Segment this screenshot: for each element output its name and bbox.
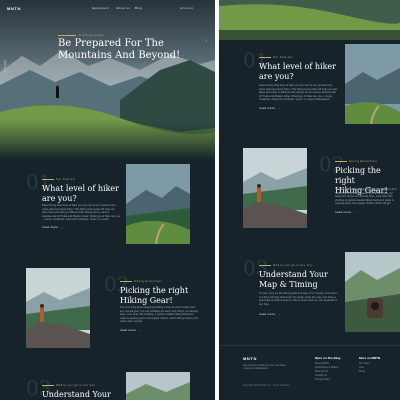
- hero-bottom-image: [219, 0, 400, 40]
- read-more-link[interactable]: read more →: [259, 312, 281, 316]
- section-title-line1: Picking the right: [335, 166, 381, 185]
- section-title-line1: What level of hiker: [42, 184, 119, 193]
- footer-col-blog: More on The Blog About MNTN Contributors…: [315, 356, 340, 382]
- arrow-right-icon: →: [353, 210, 357, 214]
- hero-title-line1: Be Prepared For The: [58, 38, 164, 49]
- section-photo-hiker: [26, 268, 90, 348]
- section-eyebrow: Get Started: [42, 178, 75, 181]
- section-title: Picking the right Hiking Gear!: [120, 286, 200, 306]
- section-photo-map: [126, 372, 190, 400]
- section-eyebrow: Where you go is the key: [259, 264, 312, 267]
- read-more-label: read more: [259, 106, 276, 110]
- section-title-line2: Map & Timing: [259, 280, 318, 289]
- section-photo-trail: [126, 164, 190, 244]
- section-eyebrow-text: Hiking Essentials: [349, 160, 378, 163]
- logo[interactable]: MNTN: [7, 6, 21, 11]
- section-eyebrow-text: Where you go is the key: [56, 384, 96, 387]
- read-more-link[interactable]: read more →: [335, 210, 357, 214]
- arrow-right-icon: →: [60, 225, 64, 229]
- section-eyebrow-text: Get Started: [56, 178, 75, 181]
- footer-logo[interactable]: MNTN: [243, 356, 257, 361]
- section-title: What level of hiker are you?: [259, 62, 341, 82]
- footer-tagline: Get out there & discover your next slope…: [243, 364, 287, 371]
- section-eyebrow: Hiking Essentials: [120, 280, 162, 283]
- page-preview-right: 01 Get Started What level of hiker are y…: [219, 0, 400, 400]
- nav-link-blog[interactable]: Blog: [135, 6, 142, 10]
- section-title-line1: Understand Your: [259, 270, 328, 279]
- section-title-line2: are you?: [259, 72, 294, 81]
- section-title-line1: What level of hiker: [259, 62, 336, 71]
- section-photo-map: [345, 252, 400, 332]
- section-title: What level of hiker are you?: [42, 184, 122, 204]
- hero: MNTN Equipment About us Blog Account A h…: [0, 0, 215, 160]
- section-photo-trail: [345, 44, 400, 124]
- read-more-label: read more: [335, 210, 352, 214]
- section-title: Understand Your: [42, 390, 122, 400]
- arrow-right-icon: →: [277, 106, 281, 110]
- read-more-label: read more: [42, 225, 59, 229]
- section-body: The nice thing about beginning hiking is…: [120, 306, 199, 324]
- read-more-label: read more: [120, 328, 137, 332]
- section-body: Determining what level of hiker you are …: [259, 84, 338, 102]
- hero-eyebrow-text: A hiking guide: [79, 33, 104, 37]
- scroll-down[interactable]: scroll down: [3, 55, 15, 85]
- footer-link[interactable]: Press: [359, 370, 380, 374]
- footer-col-title: More on MNTN: [359, 356, 381, 360]
- nav-link-equipment[interactable]: Equipment: [92, 6, 109, 10]
- nav-link-about[interactable]: About us: [116, 6, 130, 10]
- section-body: The nice thing about beginning hiking is…: [335, 188, 397, 206]
- hero-eyebrow: A hiking guide: [58, 33, 103, 37]
- arrow-right-icon: →: [277, 312, 281, 316]
- page-preview-left: MNTN Equipment About us Blog Account A h…: [0, 0, 215, 400]
- hero-title-line2: Mountains And Beyond!: [58, 50, 181, 61]
- footer-link[interactable]: Privacy Policy: [315, 378, 340, 382]
- read-more-link[interactable]: read more →: [259, 106, 281, 110]
- section-eyebrow: Get Started: [259, 56, 292, 59]
- section-eyebrow: Where you go is the key: [42, 384, 95, 387]
- footer: MNTN Get out there & discover your next …: [219, 345, 400, 400]
- section-eyebrow-text: Where you go is the key: [273, 264, 313, 267]
- section-eyebrow-text: Hiking Essentials: [134, 280, 163, 283]
- section-body: To start, print out the hiking guide and…: [259, 292, 338, 306]
- footer-copyright: Copyright 2023 MNTN, Inc. Terms & Privac…: [243, 384, 290, 387]
- section-body: Determining what level of hiker you are …: [42, 204, 120, 222]
- scroll-down-label: scroll down: [3, 60, 7, 73]
- scroll-arrow-icon[interactable]: ↓: [205, 38, 207, 43]
- hero-title: Be Prepared For The Mountains And Beyond…: [58, 38, 188, 62]
- account-link[interactable]: Account: [180, 6, 193, 10]
- section-eyebrow-text: Get Started: [273, 56, 292, 59]
- section-title-line2: Hiking Gear!: [120, 296, 173, 305]
- read-more-label: read more: [259, 312, 276, 316]
- section-title: Understand Your Map & Timing: [259, 270, 341, 290]
- section-title-line1: Understand Your: [42, 390, 111, 399]
- arrow-right-icon: →: [138, 328, 142, 332]
- footer-col-mntn: More on MNTN The Team Jobs Press: [359, 356, 380, 374]
- top-nav: MNTN Equipment About us Blog Account: [0, 6, 215, 14]
- read-more-link[interactable]: read more →: [120, 328, 142, 332]
- footer-col-title: More on The Blog: [315, 356, 341, 360]
- section-title-line2: are you?: [42, 194, 77, 203]
- section-photo-hiker: [243, 148, 307, 228]
- read-more-link[interactable]: read more →: [42, 225, 64, 229]
- section-eyebrow: Hiking Essentials: [335, 160, 377, 163]
- section-title-line1: Picking the right: [120, 286, 189, 295]
